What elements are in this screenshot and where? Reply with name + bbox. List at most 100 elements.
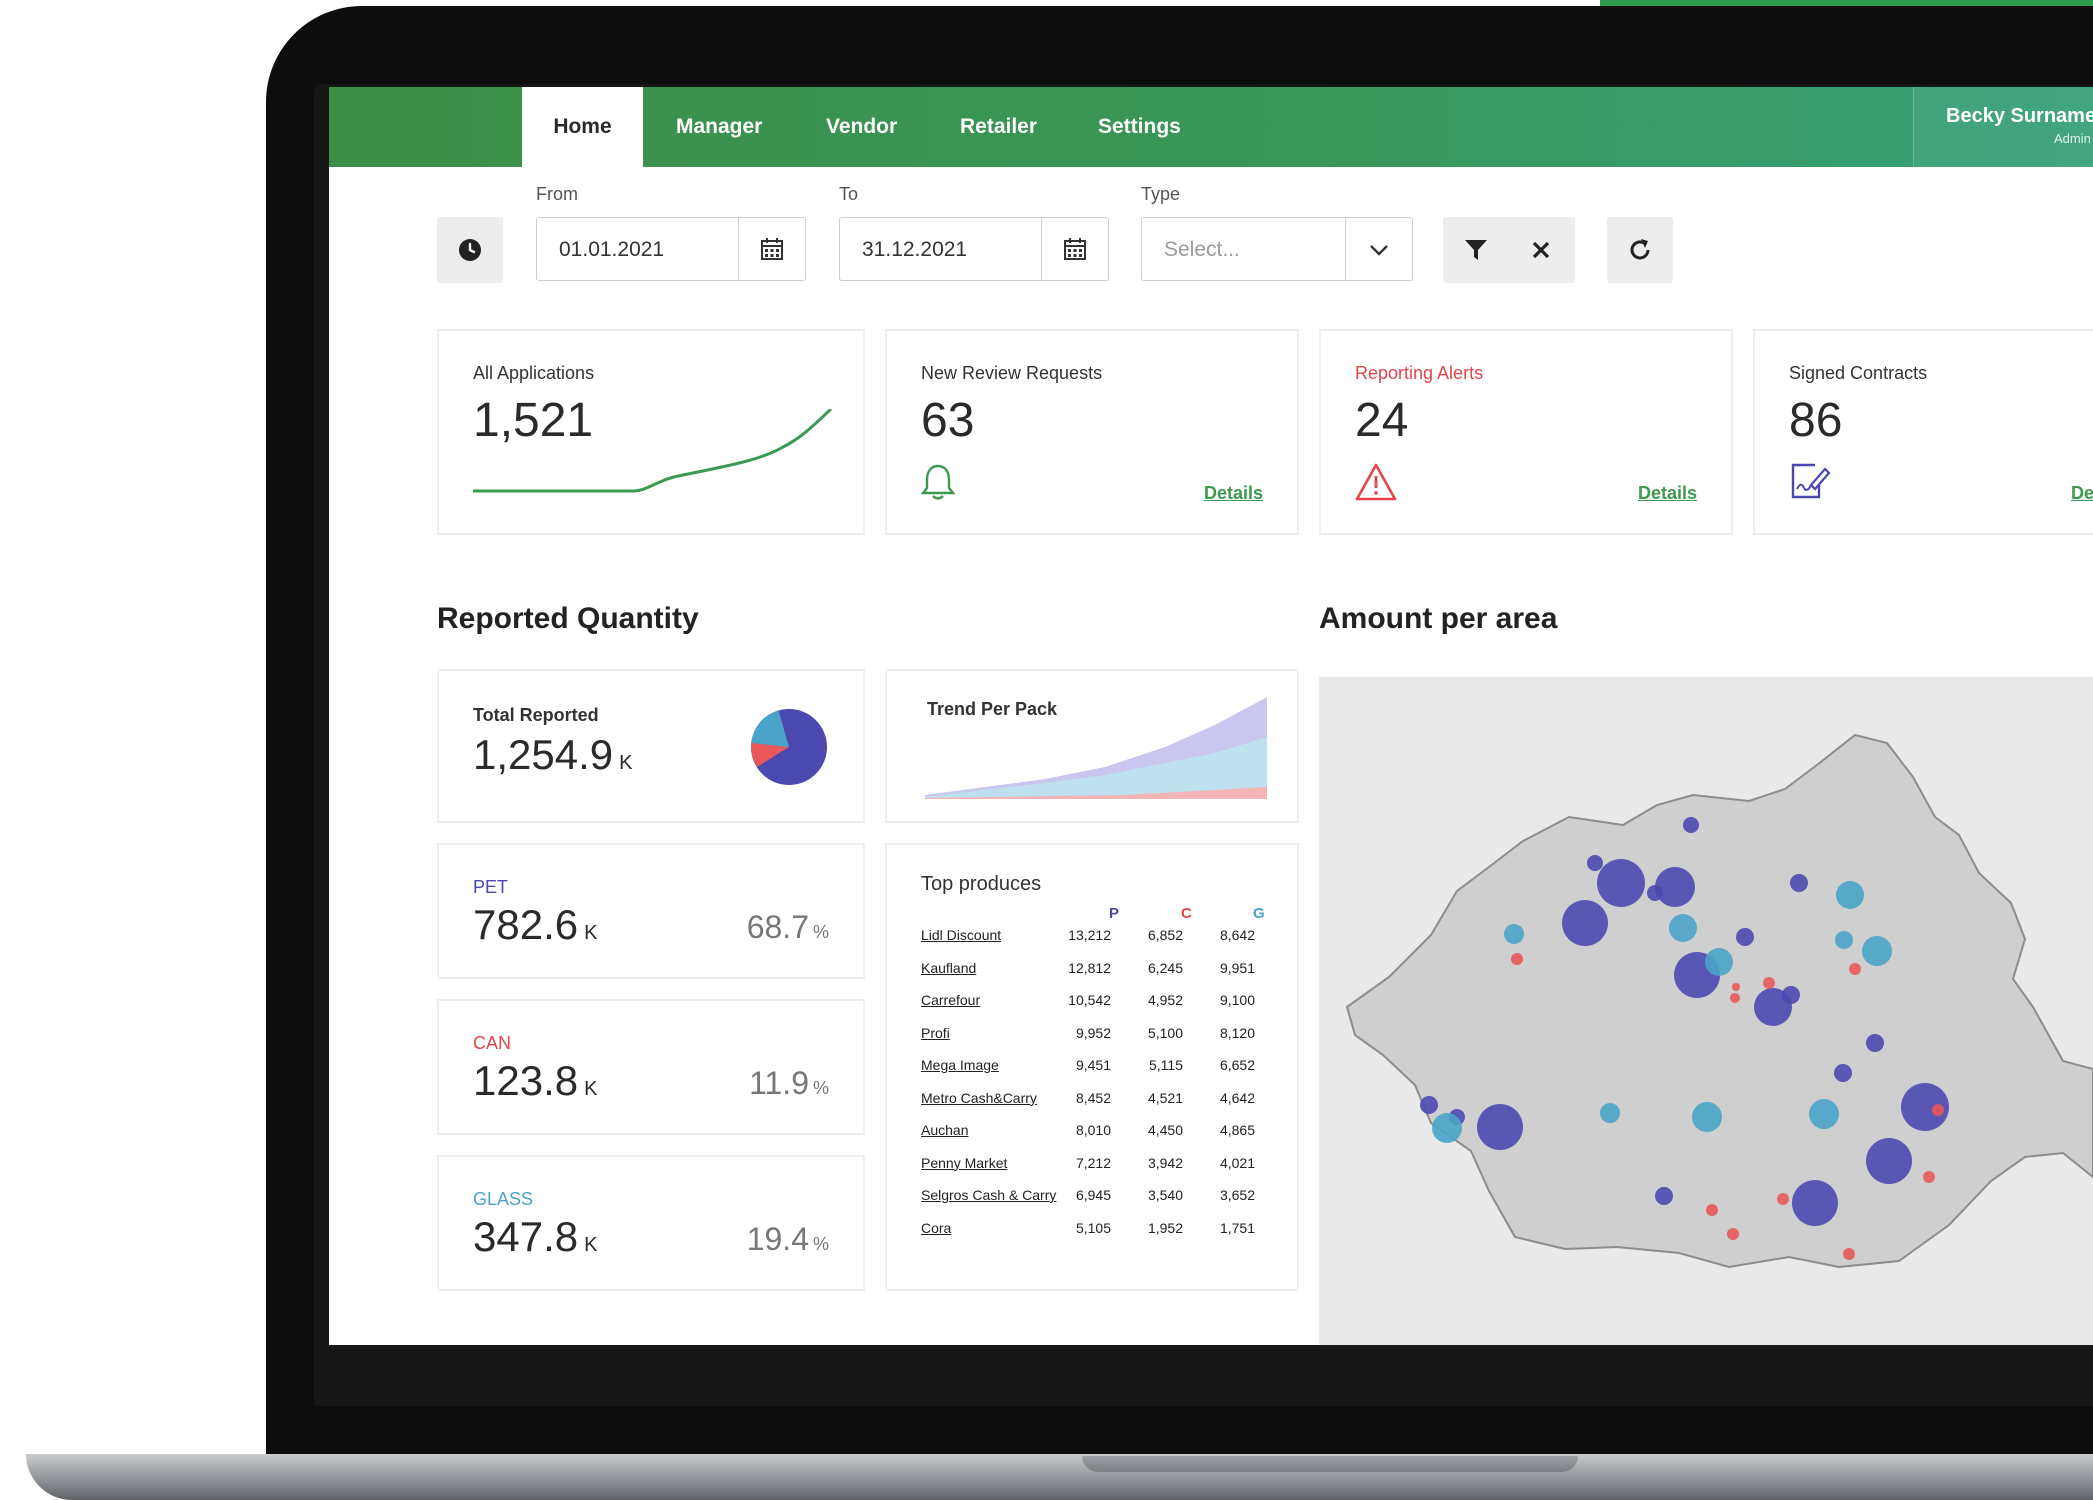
filter-icon[interactable] [1463,238,1489,262]
map-bubble[interactable] [1587,855,1603,871]
map-bubble[interactable] [1932,1104,1944,1116]
trend-per-pack-card: Trend Per Pack [885,669,1299,823]
retailer-name[interactable]: Carrefour [921,992,980,1008]
value-g: 1,751 [1219,1219,1255,1236]
warning-icon [1355,463,1397,501]
map-bubble[interactable] [1792,1180,1838,1226]
value-g: 6,652 [1219,1057,1255,1073]
value-p: 6,945 [1075,1187,1111,1203]
table-row: Cora 5,105 1,952 1,751 [921,1220,1265,1244]
map-bubble[interactable] [1420,1096,1438,1114]
tab-retailer[interactable]: Retailer [960,87,1037,167]
retailer-name[interactable]: Selgros Cash & Carry [921,1187,1056,1203]
map-bubble[interactable] [1809,1099,1839,1129]
to-date-field[interactable]: 31.12.2021 [839,217,1109,281]
from-date-field[interactable]: 01.01.2021 [536,217,806,281]
retailer-name[interactable]: Auchan [921,1122,968,1138]
map-bubble[interactable] [1736,928,1754,946]
from-label: From [536,184,578,204]
material-percent: 19.4% [746,1221,829,1257]
map-bubbles [1420,817,1949,1260]
map-bubble[interactable] [1706,1204,1718,1216]
map-bubble[interactable] [1849,963,1861,975]
retailer-name[interactable]: Kaufland [921,960,976,976]
map-bubble[interactable] [1862,936,1892,966]
details-link[interactable]: Details [1638,483,1697,504]
map-bubble[interactable] [1866,1138,1912,1184]
value-c: 5,115 [1149,1057,1183,1073]
user-menu[interactable]: Becky Surname Admin [1913,87,2093,167]
map-bubble[interactable] [1511,953,1523,965]
material-label: CAN [473,1033,512,1053]
from-calendar-button[interactable] [738,218,805,280]
map-bubble[interactable] [1834,1064,1852,1082]
map-bubble[interactable] [1782,986,1800,1004]
table-row: Auchan 8,010 4,450 4,865 [921,1122,1265,1146]
value-c: 6,852 [1147,927,1183,943]
value-c: 3,942 [1147,1154,1183,1171]
retailer-name[interactable]: Mega Image [921,1057,999,1073]
tab-manager[interactable]: Manager [676,87,762,167]
applications-sparkline [473,409,833,493]
value-g: 8,120 [1219,1024,1255,1041]
kpi-reporting-alerts: Reporting Alerts 24 Details [1319,329,1733,535]
value-p: 8,452 [1075,1089,1111,1106]
type-dropdown-button[interactable] [1345,218,1412,280]
map-bubble[interactable] [1683,817,1699,833]
map-bubble[interactable] [1655,1187,1673,1205]
map-bubble[interactable] [1777,1193,1789,1205]
top-navigation: Home Manager Vendor Retailer Settings Be… [329,87,2093,167]
map-bubble[interactable] [1732,983,1740,991]
table-row: Mega Image 9,451 5,115 6,652 [921,1057,1265,1081]
map-bubble[interactable] [1432,1113,1462,1143]
from-date-value: 01.01.2021 [559,238,665,261]
app-screen: Home Manager Vendor Retailer Settings Be… [329,87,2093,1345]
material-can-card: CAN 123.8 K 11.9% [437,999,865,1135]
details-link[interactable]: Details [1204,483,1263,504]
map-bubble[interactable] [1835,931,1853,949]
map-bubble[interactable] [1669,914,1697,942]
area-map[interactable] [1319,677,2093,1345]
material-label: PET [473,877,509,897]
map-bubble[interactable] [1843,1248,1855,1260]
contract-sign-icon [1791,463,1831,499]
map-bubble[interactable] [1597,859,1645,907]
details-link[interactable]: De [2071,483,2093,504]
retailer-name[interactable]: Cora [921,1220,951,1236]
map-bubble[interactable] [1647,885,1663,901]
history-button[interactable] [437,217,503,283]
retailer-name[interactable]: Lidl Discount [921,927,1001,943]
calendar-icon [1064,238,1086,260]
map-bubble[interactable] [1562,900,1608,946]
map-bubble[interactable] [1655,867,1695,907]
tab-home[interactable]: Home [522,87,643,167]
map-bubble[interactable] [1692,1102,1722,1132]
retailer-name[interactable]: Penny Market [921,1155,1007,1171]
map-bubble[interactable] [1730,993,1740,1003]
map-bubble[interactable] [1790,874,1808,892]
retailer-name[interactable]: Metro Cash&Carry [921,1090,1037,1106]
map-bubble[interactable] [1727,1228,1739,1240]
tab-settings[interactable]: Settings [1098,87,1181,167]
total-reported-card: Total Reported 1,254.9 K [437,669,865,823]
map-bubble[interactable] [1923,1171,1935,1183]
map-bubble[interactable] [1763,977,1775,989]
map-bubble[interactable] [1504,924,1524,944]
close-icon[interactable] [1531,240,1551,260]
map-bubble[interactable] [1836,881,1864,909]
material-glass-card: GLASS 347.8 K 19.4% [437,1155,865,1291]
retailer-name[interactable]: Profi [921,1025,950,1041]
kpi-label: Reporting Alerts [1355,363,1484,383]
value-c: 3,540 [1147,1187,1183,1203]
refresh-button[interactable] [1607,217,1673,283]
map-bubble[interactable] [1477,1104,1523,1150]
map-bubble[interactable] [1600,1103,1620,1123]
value-g: 9,951 [1219,959,1255,976]
to-calendar-button[interactable] [1041,218,1108,280]
value-g: 8,642 [1219,927,1255,943]
tab-vendor[interactable]: Vendor [826,87,897,167]
map-bubble[interactable] [1866,1034,1884,1052]
map-bubble[interactable] [1705,948,1733,976]
type-select[interactable]: Select... [1141,217,1413,281]
kpi-signed-contracts: Signed Contracts 86 De [1753,329,2093,535]
